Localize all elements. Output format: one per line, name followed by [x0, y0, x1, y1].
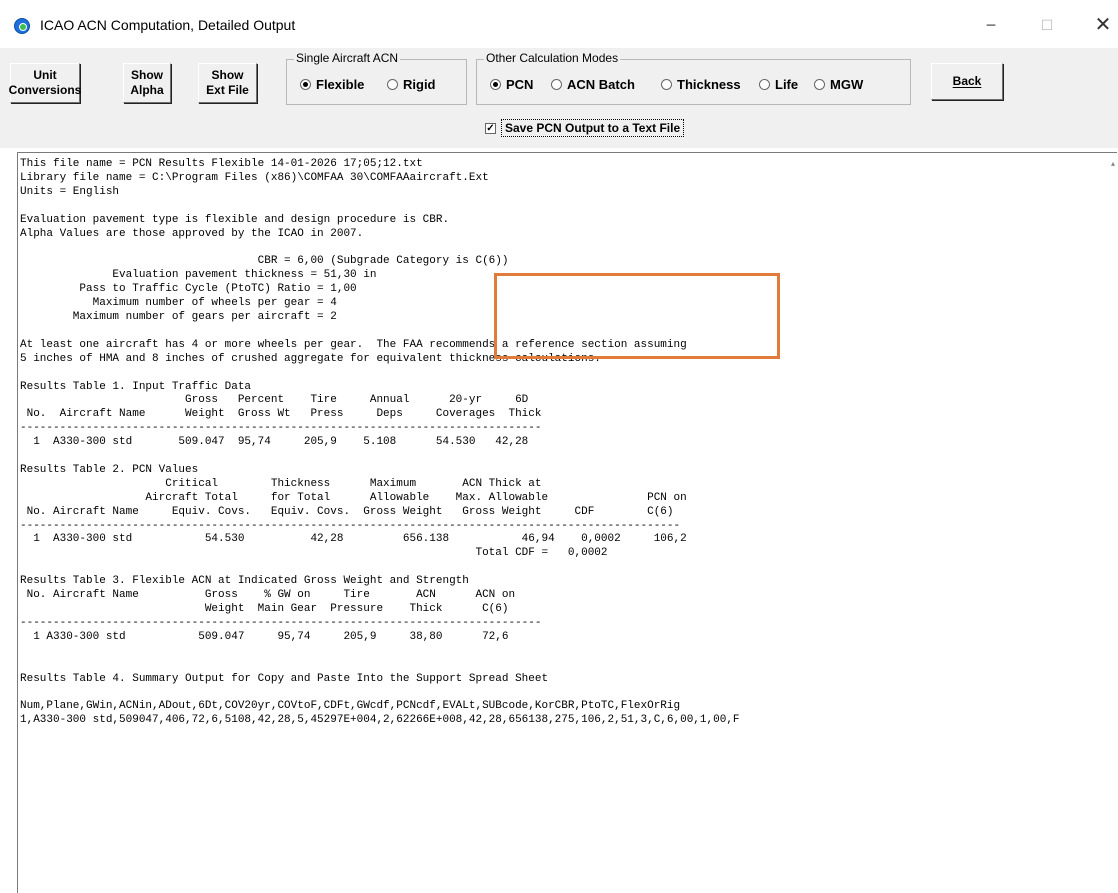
- close-button[interactable]: ✕: [1080, 10, 1118, 40]
- radio-life-label: Life: [775, 77, 799, 92]
- toolbar: Unit Conversions Show Alpha Show Ext Fil…: [0, 48, 1118, 148]
- output-line: Aircraft Total for Total Allowable Max. …: [20, 491, 687, 504]
- single-aircraft-legend: Single Aircraft ACN: [294, 51, 401, 65]
- output-line: Critical Thickness Maximum ACN Thick at: [20, 477, 542, 490]
- checkbox-check-icon: ✓: [485, 122, 496, 134]
- output-line: 1 A330-300 std 54.530 42,28 656.138 46,9…: [20, 533, 687, 546]
- output-line: Evaluation pavement type is flexible and…: [20, 213, 450, 226]
- radio-pcn[interactable]: PCN: [490, 77, 533, 92]
- radio-thickness[interactable]: Thickness: [661, 77, 741, 92]
- other-modes-group: Other Calculation Modes PCN ACN Batch Th…: [476, 51, 911, 105]
- radio-unselected-icon: [551, 79, 562, 90]
- radio-selected-icon: [490, 79, 501, 90]
- output-line: Units = English: [20, 185, 120, 198]
- radio-mgw-label: MGW: [830, 77, 864, 92]
- radio-pcn-label: PCN: [506, 77, 534, 92]
- scroll-indicator-icon[interactable]: ▴: [1111, 159, 1115, 168]
- output-line: Alpha Values are those approved by the I…: [20, 227, 364, 240]
- output-line: Total CDF = 0,0002: [20, 547, 608, 560]
- output-line: Pass to Traffic Cycle (PtoTC) Ratio = 1,…: [20, 283, 357, 296]
- output-line: Results Table 4. Summary Output for Copy…: [20, 672, 549, 685]
- maximize-button[interactable]: ☐: [1024, 10, 1070, 40]
- title-bar: ICAO ACN Computation, Detailed Output − …: [0, 0, 1118, 48]
- output-line: Num,Plane,GWin,ACNin,ADout,6Dt,COV20yr,C…: [20, 700, 681, 713]
- show-alpha-button[interactable]: Show Alpha: [123, 63, 171, 103]
- output-line: This file name = PCN Results Flexible 14…: [20, 158, 423, 170]
- output-line: No. Aircraft Name Equiv. Covs. Equiv. Co…: [20, 505, 674, 518]
- output-line: Library file name = C:\Program Files (x8…: [20, 171, 489, 184]
- radio-unselected-icon: [661, 79, 672, 90]
- minimize-button[interactable]: −: [968, 10, 1014, 40]
- output-line: ----------------------------------------…: [20, 616, 542, 629]
- radio-unselected-icon: [759, 79, 770, 90]
- output-text: This file name = PCN Results Flexible 14…: [18, 153, 1117, 728]
- radio-unselected-icon: [387, 79, 398, 90]
- output-line: No. Aircraft Name Weight Gross Wt Press …: [20, 408, 542, 421]
- radio-selected-icon: [300, 79, 311, 90]
- back-button[interactable]: Back: [931, 63, 1003, 100]
- output-line: Results Table 1. Input Traffic Data: [20, 380, 252, 393]
- output-line: Results Table 2. PCN Values: [20, 463, 199, 476]
- output-line: Evaluation pavement thickness = 51,30 in: [20, 269, 377, 282]
- output-line: 1 A330-300 std 509.047 95,74 205,9 38,80…: [20, 630, 509, 643]
- output-line: CBR = 6,00 (Subgrade Category is C(6)): [20, 255, 509, 268]
- app-icon: [14, 18, 30, 34]
- other-modes-legend: Other Calculation Modes: [484, 51, 621, 65]
- radio-rigid-label: Rigid: [403, 77, 436, 92]
- output-line: Weight Main Gear Pressure Thick C(6): [20, 603, 509, 615]
- output-text-area[interactable]: This file name = PCN Results Flexible 14…: [17, 152, 1117, 893]
- output-line: ----------------------------------------…: [20, 422, 542, 435]
- save-pcn-output-checkbox[interactable]: ✓ Save PCN Output to a Text File: [485, 118, 685, 138]
- save-pcn-output-label: Save PCN Output to a Text File: [501, 119, 685, 137]
- output-line: No. Aircraft Name Gross % GW on Tire ACN…: [20, 589, 516, 602]
- output-line: Maximum number of gears per aircraft = 2: [20, 310, 337, 323]
- output-line: Maximum number of wheels per gear = 4: [20, 297, 337, 310]
- single-aircraft-group: Single Aircraft ACN Flexible Rigid: [286, 51, 467, 105]
- radio-mgw[interactable]: MGW: [814, 77, 863, 92]
- output-line: 1 A330-300 std 509.047 95,74 205,9 5.108…: [20, 436, 529, 449]
- unit-conversions-button[interactable]: Unit Conversions: [9, 63, 81, 103]
- output-line: ----------------------------------------…: [20, 519, 681, 532]
- output-line: 1,A330-300 std,509047,406,72,6,5108,42,2…: [20, 714, 740, 727]
- window-title: ICAO ACN Computation, Detailed Output: [40, 17, 296, 33]
- radio-life[interactable]: Life: [759, 77, 798, 92]
- radio-acn-batch[interactable]: ACN Batch: [551, 77, 635, 92]
- output-line: Results Table 3. Flexible ACN at Indicat…: [20, 575, 469, 588]
- radio-flexible[interactable]: Flexible: [300, 77, 364, 92]
- radio-thickness-label: Thickness: [677, 77, 741, 92]
- show-ext-file-button[interactable]: Show Ext File: [198, 63, 257, 103]
- radio-unselected-icon: [814, 79, 825, 90]
- highlight-annotation: [494, 273, 780, 359]
- radio-flexible-label: Flexible: [316, 77, 365, 92]
- output-line: Gross Percent Tire Annual 20-yr 6D: [20, 394, 529, 407]
- radio-acn-batch-label: ACN Batch: [567, 77, 635, 92]
- radio-rigid[interactable]: Rigid: [387, 77, 436, 92]
